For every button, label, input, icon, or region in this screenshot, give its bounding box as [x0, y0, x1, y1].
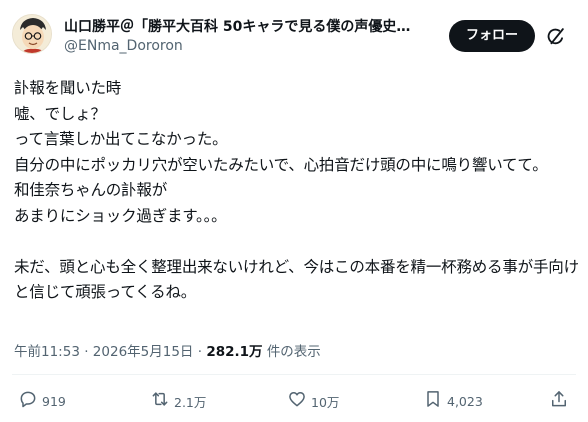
- post-text: 訃報を聞いた時 嘘、でしょ？ って言葉しか出てこなかった。 自分の中にポッカリ穴…: [14, 79, 579, 301]
- reply-button[interactable]: 919: [18, 389, 66, 413]
- views-count[interactable]: 282.1万: [206, 344, 262, 360]
- post-meta: 午前11:53 · 2026年5月15日 · 282.1万 件の表示: [14, 343, 574, 361]
- author-names: 山口勝平＠「勝平大百科 50キャラで見る僕の声優史… @ENma_Dororon: [64, 18, 436, 55]
- post-time[interactable]: 午前11:53: [14, 344, 80, 360]
- share-icon: [549, 389, 569, 413]
- repost-button[interactable]: 2.1万: [150, 389, 206, 413]
- bookmark-count: 4,023: [447, 393, 483, 409]
- heart-icon: [287, 389, 307, 413]
- avatar-image: [13, 15, 51, 53]
- repost-icon: [150, 389, 170, 413]
- bookmark-icon: [423, 389, 443, 413]
- repost-count: 2.1万: [174, 394, 207, 410]
- share-button[interactable]: [549, 389, 569, 413]
- reply-count: 919: [42, 393, 66, 409]
- follow-button[interactable]: フォロー: [449, 20, 535, 52]
- like-button[interactable]: 10万: [287, 389, 339, 413]
- post-date[interactable]: 2026年5月15日: [93, 344, 194, 360]
- post-header: 山口勝平＠「勝平大百科 50キャラで見る僕の声優史… @ENma_Dororon…: [12, 12, 576, 60]
- author-display-name[interactable]: 山口勝平＠「勝平大百科 50キャラで見る僕の声優史…: [64, 18, 436, 36]
- action-bar: 919 2.1万 10万 4,023: [0, 389, 588, 419]
- reply-icon: [18, 389, 38, 413]
- avatar[interactable]: [12, 14, 52, 54]
- meta-separator-2: ·: [197, 344, 203, 360]
- grok-icon[interactable]: [545, 25, 567, 47]
- meta-separator: ·: [84, 344, 89, 360]
- author-handle[interactable]: @ENma_Dororon: [64, 37, 436, 55]
- bookmark-button[interactable]: 4,023: [423, 389, 483, 413]
- like-count: 10万: [311, 394, 340, 410]
- divider: [12, 374, 576, 375]
- views-label: 件の表示: [266, 344, 321, 360]
